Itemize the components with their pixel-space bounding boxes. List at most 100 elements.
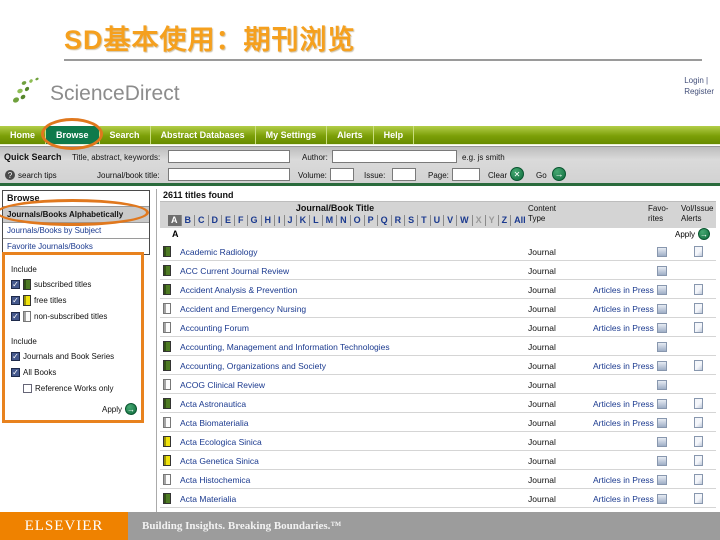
favorites-checkbox-icon[interactable] bbox=[657, 304, 667, 314]
favorites-checkbox-icon[interactable] bbox=[657, 247, 667, 257]
vol-issue-alert-icon[interactable] bbox=[694, 436, 703, 447]
vol-issue-alert-icon[interactable] bbox=[694, 398, 703, 409]
checkbox-subscribed-titles[interactable]: ✓ bbox=[11, 280, 20, 289]
table-apply-button[interactable]: Apply → bbox=[675, 228, 710, 240]
nav-tab-search[interactable]: Search bbox=[100, 126, 151, 144]
register-link[interactable]: Register bbox=[684, 87, 714, 98]
vol-issue-alert-icon[interactable] bbox=[694, 360, 703, 371]
title-keywords-input[interactable] bbox=[168, 150, 290, 163]
favorites-checkbox-icon[interactable] bbox=[657, 418, 667, 428]
journal-title-link[interactable]: Acta Materialia bbox=[180, 494, 236, 504]
alphabet-letter-l[interactable]: L bbox=[310, 215, 323, 226]
clear-button-label[interactable]: Clear bbox=[488, 171, 507, 180]
nav-tab-abstract-databases[interactable]: Abstract Databases bbox=[151, 126, 256, 144]
alphabet-letter-t[interactable]: T bbox=[418, 215, 431, 226]
journal-title-link[interactable]: Acta Biomaterialia bbox=[180, 418, 249, 428]
sidebar-item-journals-books-by-subject[interactable]: Journals/Books by Subject bbox=[3, 222, 149, 238]
vol-issue-alert-icon[interactable] bbox=[694, 303, 703, 314]
vol-issue-alert-icon[interactable] bbox=[694, 474, 703, 485]
alphabet-letter-s[interactable]: S bbox=[405, 215, 419, 226]
articles-in-press-link[interactable]: Articles in Press bbox=[593, 323, 654, 333]
alphabet-letter-all[interactable]: All bbox=[511, 215, 529, 226]
vol-issue-alert-icon[interactable] bbox=[694, 493, 703, 504]
nav-tab-my-settings[interactable]: My Settings bbox=[256, 126, 328, 144]
alphabet-letter-r[interactable]: R bbox=[392, 215, 406, 226]
alphabet-letter-w[interactable]: W bbox=[457, 215, 473, 226]
alphabet-letter-z[interactable]: Z bbox=[499, 215, 512, 226]
alphabet-letter-g[interactable]: G bbox=[248, 215, 262, 226]
journal-title-link[interactable]: Accounting, Management and Information T… bbox=[180, 342, 390, 352]
articles-in-press-link[interactable]: Articles in Press bbox=[593, 285, 654, 295]
clear-icon[interactable]: ✕ bbox=[510, 167, 524, 181]
journal-title-link[interactable]: Acta Histochemica bbox=[180, 475, 250, 485]
alphabet-letter-c[interactable]: C bbox=[195, 215, 209, 226]
alphabet-letter-b[interactable]: B bbox=[182, 215, 195, 226]
alphabet-letter-u[interactable]: U bbox=[431, 215, 445, 226]
vol-issue-alert-icon[interactable] bbox=[694, 322, 703, 333]
journal-title-link[interactable]: Academic Radiology bbox=[180, 247, 257, 257]
journal-title-link[interactable]: Acta Astronautica bbox=[180, 399, 246, 409]
page-input[interactable] bbox=[452, 168, 480, 181]
alphabet-letter-m[interactable]: M bbox=[323, 215, 338, 226]
go-icon[interactable]: → bbox=[552, 167, 566, 181]
alphabet-letter-j[interactable]: J bbox=[285, 215, 297, 226]
filter-apply-button[interactable]: Apply → bbox=[11, 403, 137, 415]
help-icon[interactable]: ? bbox=[5, 170, 15, 180]
nav-tab-alerts[interactable]: Alerts bbox=[327, 126, 374, 144]
alphabet-letter-i[interactable]: I bbox=[275, 215, 285, 226]
volume-input[interactable] bbox=[330, 168, 354, 181]
nav-tab-help[interactable]: Help bbox=[374, 126, 415, 144]
vol-issue-alert-icon[interactable] bbox=[694, 417, 703, 428]
nav-tab-browse[interactable]: Browse bbox=[46, 126, 100, 144]
checkbox-all-books[interactable]: ✓ bbox=[11, 368, 20, 377]
alphabet-letter-f[interactable]: F bbox=[235, 215, 248, 226]
checkbox-non-subscribed-titles[interactable]: ✓ bbox=[11, 312, 20, 321]
checkbox-journals-and-book-series[interactable]: ✓ bbox=[11, 352, 20, 361]
checkbox-free-titles[interactable]: ✓ bbox=[11, 296, 20, 305]
alphabet-letter-p[interactable]: P bbox=[365, 215, 378, 226]
articles-in-press-link[interactable]: Articles in Press bbox=[593, 475, 654, 485]
vol-issue-alert-icon[interactable] bbox=[694, 284, 703, 295]
apply-arrow-icon[interactable]: → bbox=[698, 228, 710, 240]
search-tips-link[interactable]: search tips bbox=[18, 171, 57, 180]
journal-title-link[interactable]: Accident and Emergency Nursing bbox=[180, 304, 306, 314]
journal-title-link[interactable]: Accounting, Organizations and Society bbox=[180, 361, 326, 371]
sciencedirect-logo[interactable]: ScienceDirect bbox=[10, 76, 180, 106]
alphabet-letter-e[interactable]: E bbox=[222, 215, 236, 226]
journal-title-link[interactable]: Acta Ecologica Sinica bbox=[180, 437, 262, 447]
favorites-checkbox-icon[interactable] bbox=[657, 266, 667, 276]
journal-title-link[interactable]: ACOG Clinical Review bbox=[180, 380, 265, 390]
go-button-label[interactable]: Go bbox=[536, 171, 547, 180]
favorites-checkbox-icon[interactable] bbox=[657, 342, 667, 352]
alphabet-letter-o[interactable]: O bbox=[351, 215, 365, 226]
vol-issue-alert-icon[interactable] bbox=[694, 246, 703, 257]
alphabet-letter-n[interactable]: N bbox=[337, 215, 351, 226]
favorites-checkbox-icon[interactable] bbox=[657, 437, 667, 447]
alphabet-letter-a[interactable]: A bbox=[168, 215, 182, 226]
journal-title-link[interactable]: Accounting Forum bbox=[180, 323, 249, 333]
articles-in-press-link[interactable]: Articles in Press bbox=[593, 304, 654, 314]
journal-title-input[interactable] bbox=[168, 168, 290, 181]
favorites-checkbox-icon[interactable] bbox=[657, 494, 667, 504]
articles-in-press-link[interactable]: Articles in Press bbox=[593, 399, 654, 409]
login-link[interactable]: Login | bbox=[684, 76, 714, 87]
sidebar-item-journals-books-alphabetically[interactable]: Journals/Books Alphabetically bbox=[3, 206, 149, 222]
alphabet-letter-h[interactable]: H bbox=[262, 215, 276, 226]
author-input[interactable] bbox=[332, 150, 457, 163]
favorites-checkbox-icon[interactable] bbox=[657, 475, 667, 485]
favorites-checkbox-icon[interactable] bbox=[657, 361, 667, 371]
alphabet-letter-q[interactable]: Q bbox=[378, 215, 392, 226]
alphabet-letter-d[interactable]: D bbox=[209, 215, 222, 226]
articles-in-press-link[interactable]: Articles in Press bbox=[593, 361, 654, 371]
alphabet-letter-v[interactable]: V bbox=[444, 215, 458, 226]
vol-issue-alert-icon[interactable] bbox=[694, 455, 703, 466]
apply-arrow-icon[interactable]: → bbox=[125, 403, 137, 415]
nav-tab-home[interactable]: Home bbox=[0, 126, 47, 144]
favorites-checkbox-icon[interactable] bbox=[657, 323, 667, 333]
checkbox-reference-works-only[interactable] bbox=[23, 384, 32, 393]
journal-title-link[interactable]: Acta Genetica Sinica bbox=[180, 456, 259, 466]
articles-in-press-link[interactable]: Articles in Press bbox=[593, 494, 654, 504]
journal-title-link[interactable]: ACC Current Journal Review bbox=[180, 266, 289, 276]
journal-title-link[interactable]: Accident Analysis & Prevention bbox=[180, 285, 297, 295]
favorites-checkbox-icon[interactable] bbox=[657, 285, 667, 295]
